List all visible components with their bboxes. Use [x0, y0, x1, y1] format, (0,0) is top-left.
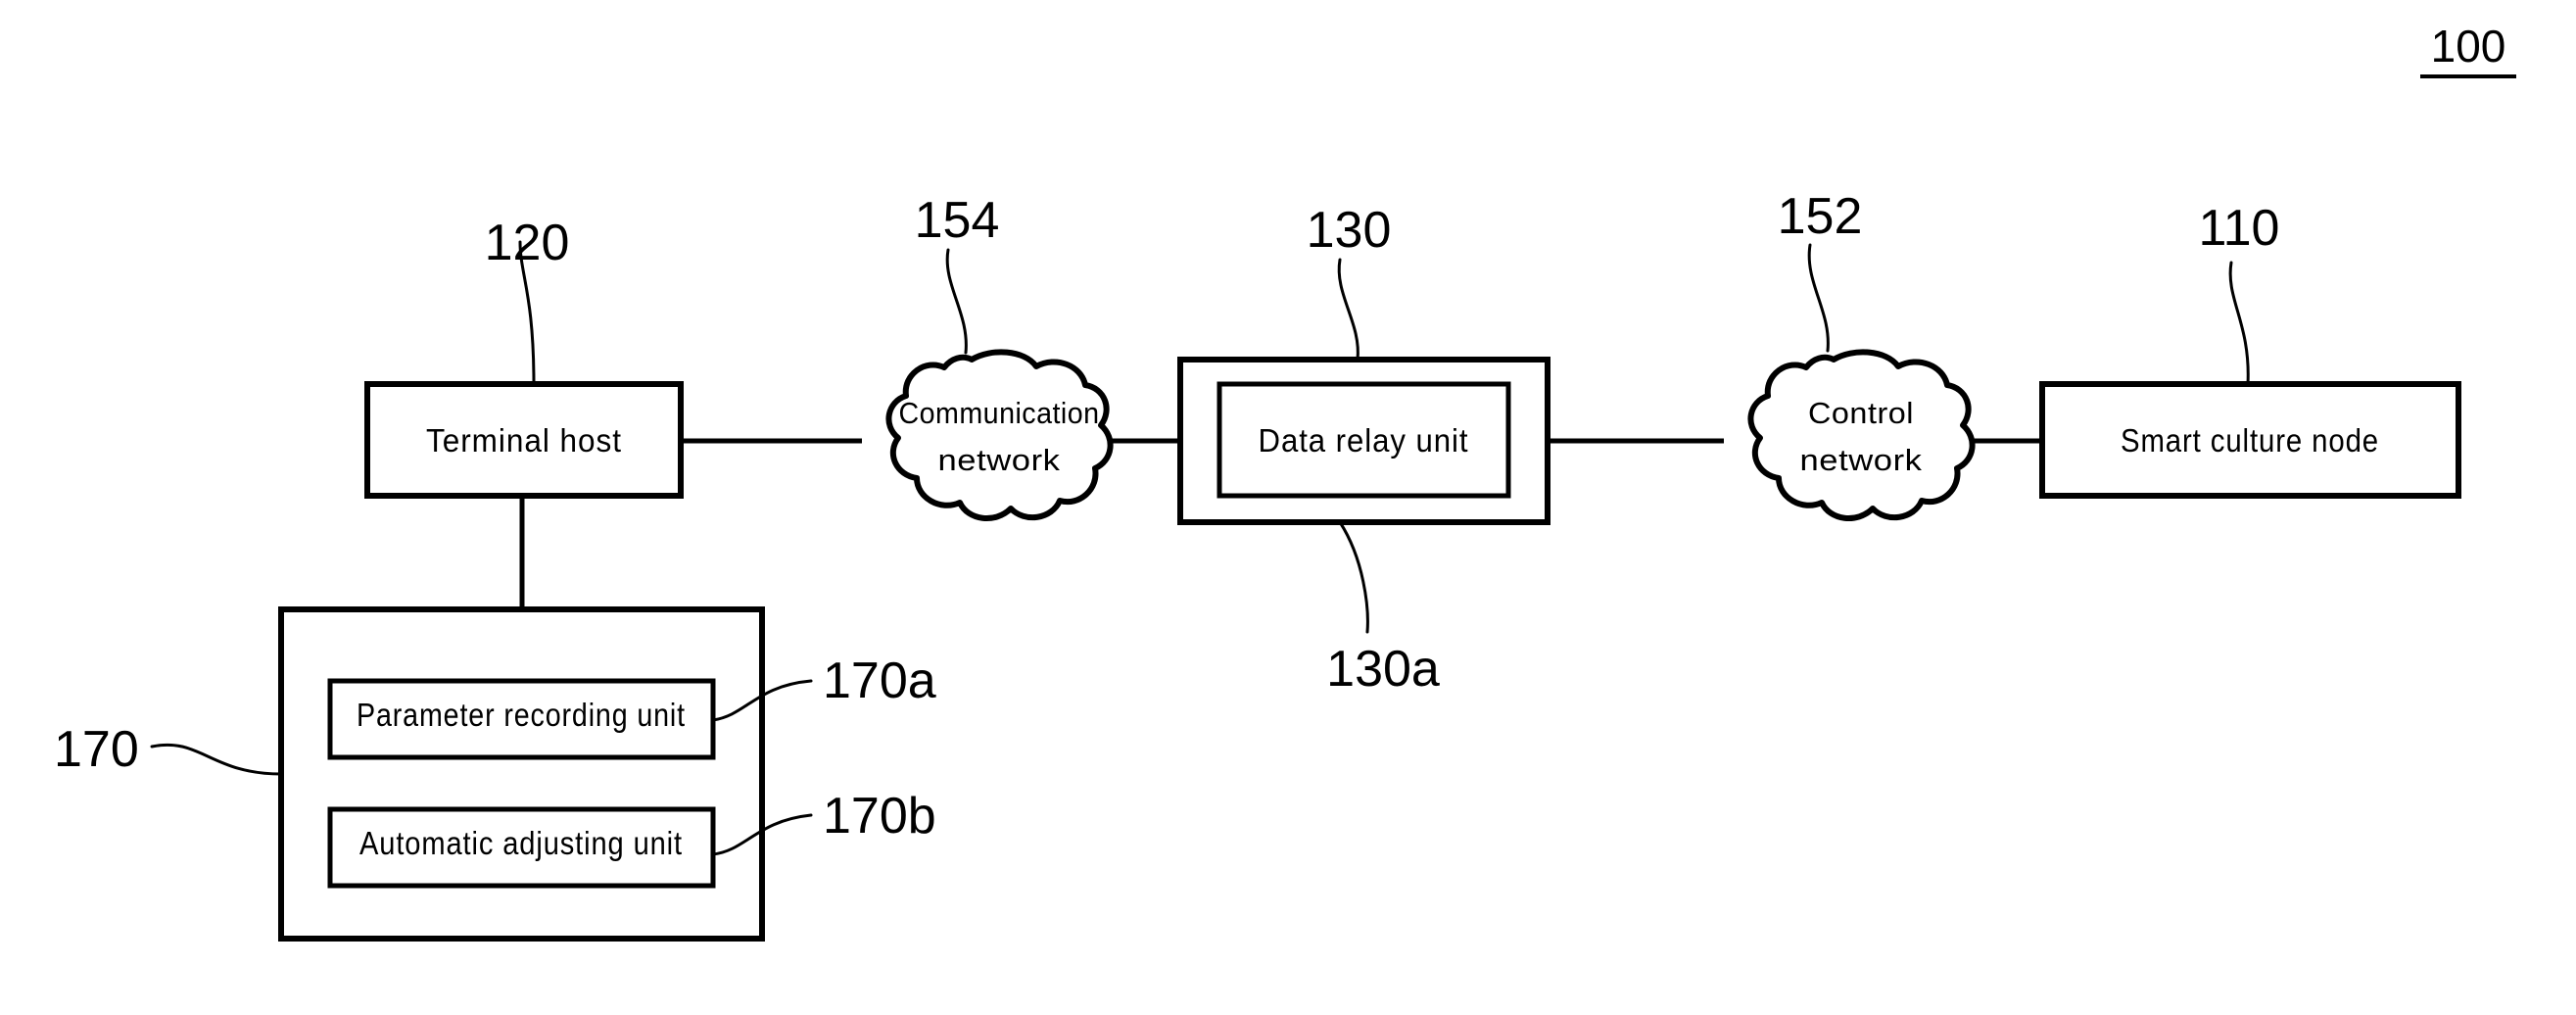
leader-line-170 — [150, 743, 283, 776]
leader-line-130a — [1338, 520, 1369, 634]
leader-line-154 — [945, 248, 968, 355]
communication-network-label-line1: Communication — [899, 396, 1100, 430]
ref-number-110: 110 — [2199, 200, 2280, 257]
communication-network-cloud — [885, 349, 1114, 522]
ref-130a-group: 130a — [1326, 520, 1440, 698]
communication-network-node: Communication network — [885, 349, 1114, 522]
figure-number-group: 100 — [2420, 21, 2516, 78]
communication-network-label-line2: network — [938, 443, 1061, 477]
data-relay-unit-node: Data relay unit — [1177, 357, 1550, 525]
ref-130-group: 130 — [1307, 202, 1392, 362]
automatic-adjusting-unit-label: Automatic adjusting unit — [359, 825, 683, 861]
ref-number-154: 154 — [915, 192, 1000, 249]
control-network-label-line1: Control — [1808, 396, 1914, 430]
ref-number-170: 170 — [54, 721, 139, 778]
leader-line-152 — [1807, 243, 1830, 353]
ref-number-120: 120 — [485, 215, 570, 271]
unit-group-box — [278, 606, 765, 942]
ref-154-group: 154 — [915, 192, 1000, 355]
leader-line-110 — [2228, 261, 2250, 386]
patent-figure: Terminal host 120 Communication network … — [0, 0, 2576, 1015]
unit-group-node: Parameter recording unit Automatic adjus… — [278, 606, 765, 942]
ref-120-group: 120 — [485, 215, 570, 386]
data-relay-unit-label: Data relay unit — [1259, 422, 1469, 459]
control-network-label-line2: network — [1800, 443, 1923, 477]
control-network-cloud — [1747, 349, 1976, 522]
control-network-node: Control network — [1747, 349, 1976, 522]
terminal-host-label: Terminal host — [426, 422, 622, 459]
figure-number: 100 — [2431, 21, 2506, 72]
terminal-host-node: Terminal host — [364, 381, 684, 499]
ref-number-170a: 170a — [823, 652, 936, 709]
parameter-recording-unit-label: Parameter recording unit — [357, 697, 686, 733]
leader-line-130 — [1337, 258, 1360, 362]
ref-number-130a: 130a — [1326, 641, 1440, 698]
smart-culture-node: Smart culture node — [2039, 381, 2461, 499]
ref-number-130: 130 — [1307, 202, 1392, 259]
ref-152-group: 152 — [1778, 188, 1863, 353]
ref-170-group: 170 — [54, 721, 283, 778]
ref-number-170b: 170b — [823, 788, 936, 845]
smart-culture-node-label: Smart culture node — [2121, 422, 2379, 459]
ref-number-152: 152 — [1778, 188, 1863, 245]
figure-canvas: Terminal host 120 Communication network … — [54, 21, 2516, 942]
ref-110-group: 110 — [2199, 200, 2280, 386]
